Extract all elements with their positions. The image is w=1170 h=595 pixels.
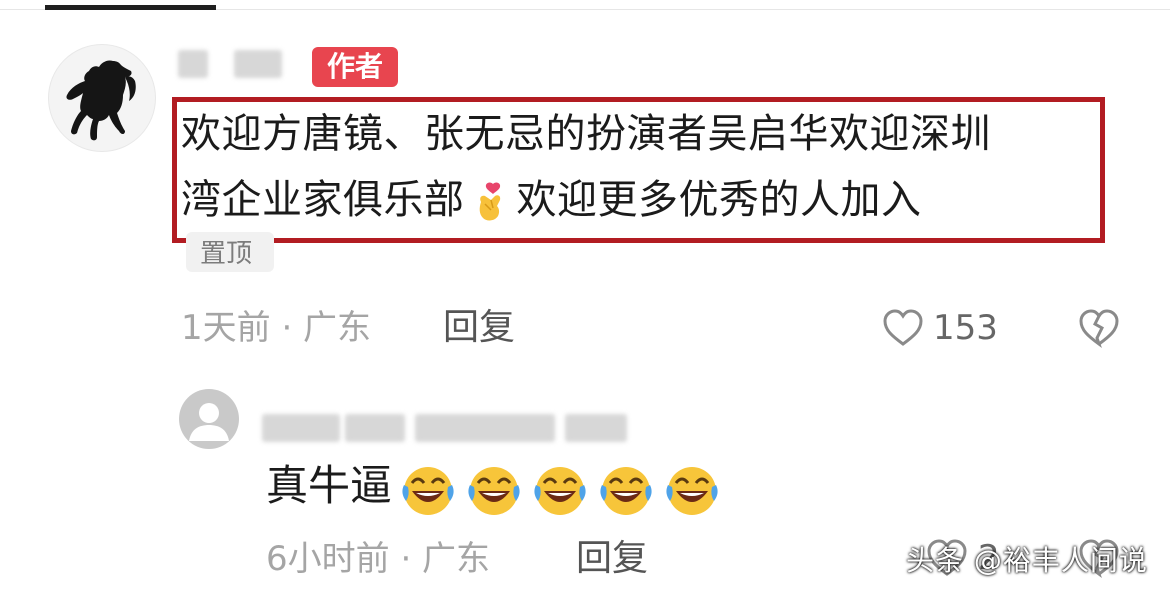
reply-reply-button[interactable]: 回复	[576, 539, 648, 579]
rolling-laughing-emoji-icon	[600, 466, 652, 515]
rolling-laughing-emoji-icon	[534, 466, 586, 515]
rolling-laughing-emoji-icon	[468, 466, 520, 515]
pinned-tag-label: 置顶	[200, 239, 253, 269]
rolling-laughing-emoji-icon	[402, 466, 454, 515]
comment-time-location: 1天前 · 广东	[181, 308, 372, 348]
reply-text: 真牛逼	[266, 458, 722, 517]
watermark: 头条 @裕丰人间说	[906, 544, 1148, 577]
author-avatar[interactable]	[48, 44, 156, 152]
heart-icon[interactable]	[882, 308, 924, 348]
replier-name-blurred	[345, 414, 405, 442]
rolling-laughing-emoji-icon	[666, 466, 718, 515]
highlight-box	[172, 97, 1105, 243]
replier-avatar[interactable]	[179, 389, 239, 449]
username-blurred	[178, 50, 208, 78]
author-badge: 作者	[312, 47, 398, 87]
active-tab-indicator	[45, 5, 216, 10]
like-count: 153	[933, 308, 998, 348]
reply-button[interactable]: 回复	[443, 308, 515, 348]
pinned-tag: 置顶	[186, 232, 274, 272]
replier-name-blurred	[415, 414, 555, 442]
replier-name-blurred	[565, 414, 627, 442]
username-blurred	[234, 50, 282, 78]
laugh-emoji-row	[392, 461, 722, 515]
broken-heart-icon[interactable]	[1078, 308, 1120, 348]
default-user-icon	[189, 403, 229, 441]
reply-text-body: 真牛逼	[266, 461, 393, 510]
replier-name-blurred	[262, 414, 340, 442]
horse-icon	[66, 60, 136, 141]
reply-time-location: 6小时前 · 广东	[266, 539, 491, 579]
